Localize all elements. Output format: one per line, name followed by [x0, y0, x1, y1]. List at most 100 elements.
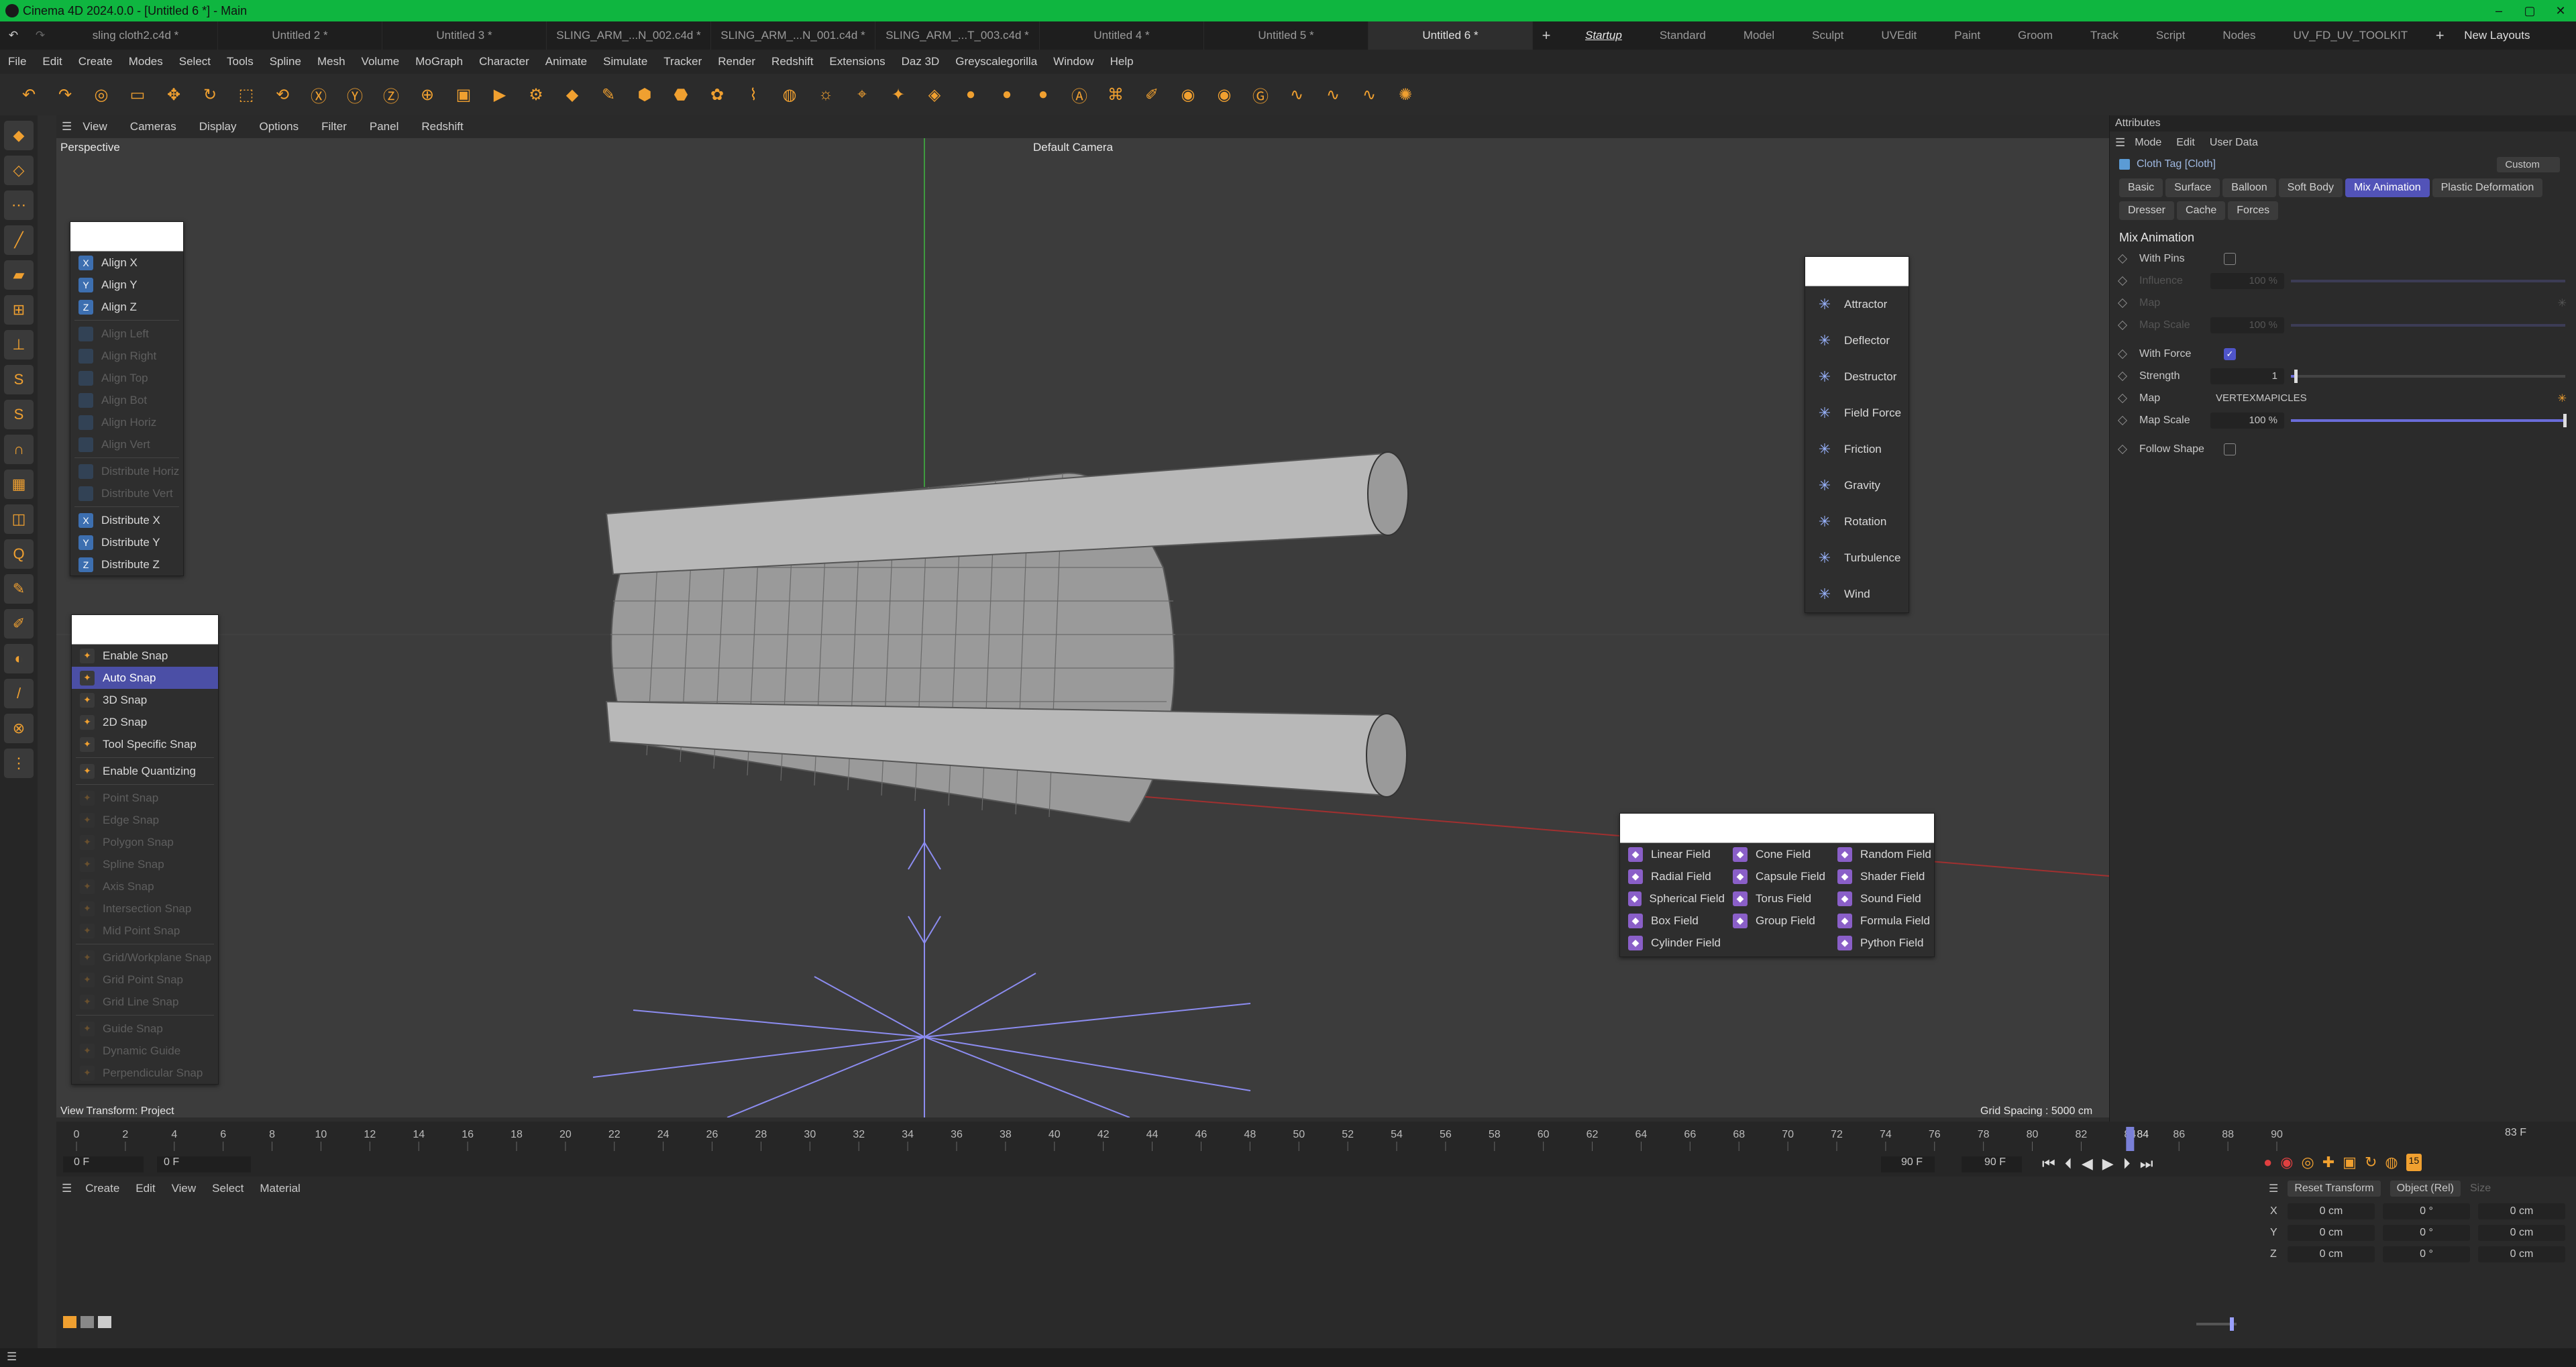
sphere3-icon[interactable]: ● [1028, 79, 1059, 110]
paint-icon[interactable]: ✐ [1136, 79, 1167, 110]
signal3-icon[interactable]: ∿ [1354, 79, 1385, 110]
end-frame-field[interactable]: 90 F [1962, 1156, 2022, 1172]
python-icon[interactable]: ⌘ [1100, 79, 1131, 110]
add-layout-button[interactable]: + [2426, 27, 2453, 44]
signal-icon[interactable]: ∿ [1281, 79, 1312, 110]
size-dropdown[interactable]: Size [2470, 1183, 2491, 1195]
snap-item-2d-snap[interactable]: ✦ 2D Snap [72, 711, 218, 733]
position-field[interactable]: 0 cm [2288, 1225, 2375, 1241]
environment-icon[interactable]: ☼ [810, 79, 841, 110]
force-wind[interactable]: ✳ Wind [1805, 576, 1909, 612]
layout-tab-model[interactable]: Model [1725, 21, 1793, 50]
document-tab[interactable]: SLING_ARM_...T_003.c4d * [875, 21, 1040, 50]
menu-window[interactable]: Window [1053, 55, 1093, 68]
go-start-icon[interactable]: ⏮ [2042, 1155, 2055, 1172]
align-item-align-x[interactable]: X Align X [70, 252, 183, 274]
align-item-distribute-y[interactable]: Y Distribute Y [70, 531, 183, 553]
uv-mode-icon[interactable]: ⊞ [4, 295, 34, 325]
field-python-field[interactable]: ◆ Python Field [1829, 932, 1934, 954]
menu-character[interactable]: Character [479, 55, 529, 68]
field-linear-field[interactable]: ◆ Linear Field [1620, 843, 1725, 865]
rotate-key-icon[interactable]: ↻ [2365, 1154, 2377, 1171]
deformer-icon[interactable]: ⌇ [738, 79, 769, 110]
size-field[interactable]: 0 cm [2478, 1225, 2565, 1241]
edges-mode-icon[interactable]: ╱ [4, 225, 34, 255]
extrude-icon[interactable]: ⬣ [665, 79, 696, 110]
field-icon[interactable]: ◍ [774, 79, 805, 110]
attr-tab-forces[interactable]: Forces [2228, 201, 2279, 220]
grid-icon[interactable]: ▦ [4, 470, 34, 499]
value-field[interactable]: 1 [2210, 368, 2284, 384]
checkbox[interactable]: ✓ [2224, 347, 2236, 360]
menu-file[interactable]: File [8, 55, 26, 68]
field-box-field[interactable]: ◆ Box Field [1620, 910, 1725, 932]
recent-icon[interactable]: ⟲ [267, 79, 298, 110]
rotation-field[interactable]: 0 ° [2383, 1203, 2470, 1219]
material-menu-edit[interactable]: Edit [136, 1182, 155, 1195]
checkbox[interactable] [2224, 443, 2236, 455]
document-tab[interactable]: Untitled 2 * [218, 21, 382, 50]
menu-extensions[interactable]: Extensions [829, 55, 885, 68]
axis-mode-icon[interactable]: ⊥ [4, 330, 34, 360]
snap-item-enable-quantizing[interactable]: ✦ Enable Quantizing [72, 760, 218, 782]
fields-panel-header[interactable] [1620, 814, 1934, 843]
snap-item-tool-specific-snap[interactable]: ✦ Tool Specific Snap [72, 733, 218, 755]
document-tab[interactable]: SLING_ARM_...N_002.c4d * [547, 21, 711, 50]
hamburger-icon[interactable]: ☰ [2115, 136, 2125, 150]
sphere2-icon[interactable]: ● [991, 79, 1022, 110]
menu-tools[interactable]: Tools [227, 55, 254, 68]
record-icon[interactable]: ● [2263, 1154, 2272, 1171]
layout-tab-uvedit[interactable]: UVEdit [1862, 21, 1935, 50]
hamburger-icon[interactable]: ☰ [62, 120, 72, 133]
snap-icon[interactable]: S [4, 365, 34, 394]
layout-tab-standard[interactable]: Standard [1641, 21, 1725, 50]
slider[interactable] [2291, 414, 2567, 427]
menu-help[interactable]: Help [1110, 55, 1134, 68]
keyframe-icon[interactable] [2117, 415, 2128, 425]
scale-key-icon[interactable]: ▣ [2343, 1154, 2357, 1171]
go-end-icon[interactable]: ⏭ [2140, 1155, 2153, 1172]
checkbox[interactable] [2224, 252, 2236, 265]
keyframe-icon[interactable] [2117, 254, 2128, 264]
viewport-perspective[interactable]: Perspective Default Camera View Transfor… [56, 138, 2109, 1117]
new-layouts-button[interactable]: New Layouts [2464, 29, 2530, 42]
next-key-icon[interactable]: ⏵ [2123, 1155, 2131, 1172]
menu-volume[interactable]: Volume [362, 55, 400, 68]
settings-icon[interactable]: ✺ [1390, 79, 1421, 110]
material-menu-create[interactable]: Create [85, 1182, 119, 1195]
attributes-menu-edit[interactable]: Edit [2176, 137, 2195, 149]
menu-modes[interactable]: Modes [129, 55, 163, 68]
slider-handle[interactable] [2563, 414, 2567, 427]
hamburger-icon[interactable]: ☰ [62, 1182, 72, 1195]
view-grid-icon[interactable] [80, 1316, 94, 1328]
redo-icon[interactable]: ↷ [50, 79, 80, 110]
material-menu-material[interactable]: Material [260, 1182, 300, 1195]
field-cone-field[interactable]: ◆ Cone Field [1725, 843, 1829, 865]
document-tab[interactable]: sling cloth2.c4d * [54, 21, 218, 50]
slider-handle[interactable] [2294, 370, 2298, 383]
field-radial-field[interactable]: ◆ Radial Field [1620, 865, 1725, 887]
menu-daz-3d[interactable]: Daz 3D [902, 55, 940, 68]
viewport-menu-view[interactable]: View [83, 120, 107, 133]
field-spherical-field[interactable]: ◆ Spherical Field [1620, 887, 1725, 910]
art-icon[interactable]: Ⓐ [1064, 79, 1095, 110]
render-settings-icon[interactable]: ⚙ [521, 79, 551, 110]
document-tab[interactable]: SLING_ARM_...N_001.c4d * [711, 21, 875, 50]
align-item-distribute-x[interactable]: X Distribute X [70, 509, 183, 531]
y-axis-icon[interactable]: Ⓨ [339, 79, 370, 110]
box-select-icon[interactable]: ▭ [122, 79, 153, 110]
keyframe-icon[interactable] [2117, 371, 2128, 381]
field-torus-field[interactable]: ◆ Torus Field [1725, 887, 1829, 910]
viewport-menu-cameras[interactable]: Cameras [130, 120, 176, 133]
viewport-menu-display[interactable]: Display [199, 120, 237, 133]
sphere-icon[interactable]: ● [955, 79, 986, 110]
move-key-icon[interactable]: ✚ [2322, 1154, 2334, 1171]
forces-panel-header[interactable] [1805, 257, 1909, 286]
magnet-icon[interactable]: ∩ [4, 435, 34, 464]
prev-key-icon[interactable]: ⏴ [2065, 1155, 2072, 1172]
field-sound-field[interactable]: ◆ Sound Field [1829, 887, 1934, 910]
menu-greyscalegorilla[interactable]: Greyscalegorilla [955, 55, 1037, 68]
menu-simulate[interactable]: Simulate [603, 55, 647, 68]
layout-tab-track[interactable]: Track [2072, 21, 2137, 50]
map-field[interactable]: VERTEXMAPICLES [2210, 390, 2549, 406]
